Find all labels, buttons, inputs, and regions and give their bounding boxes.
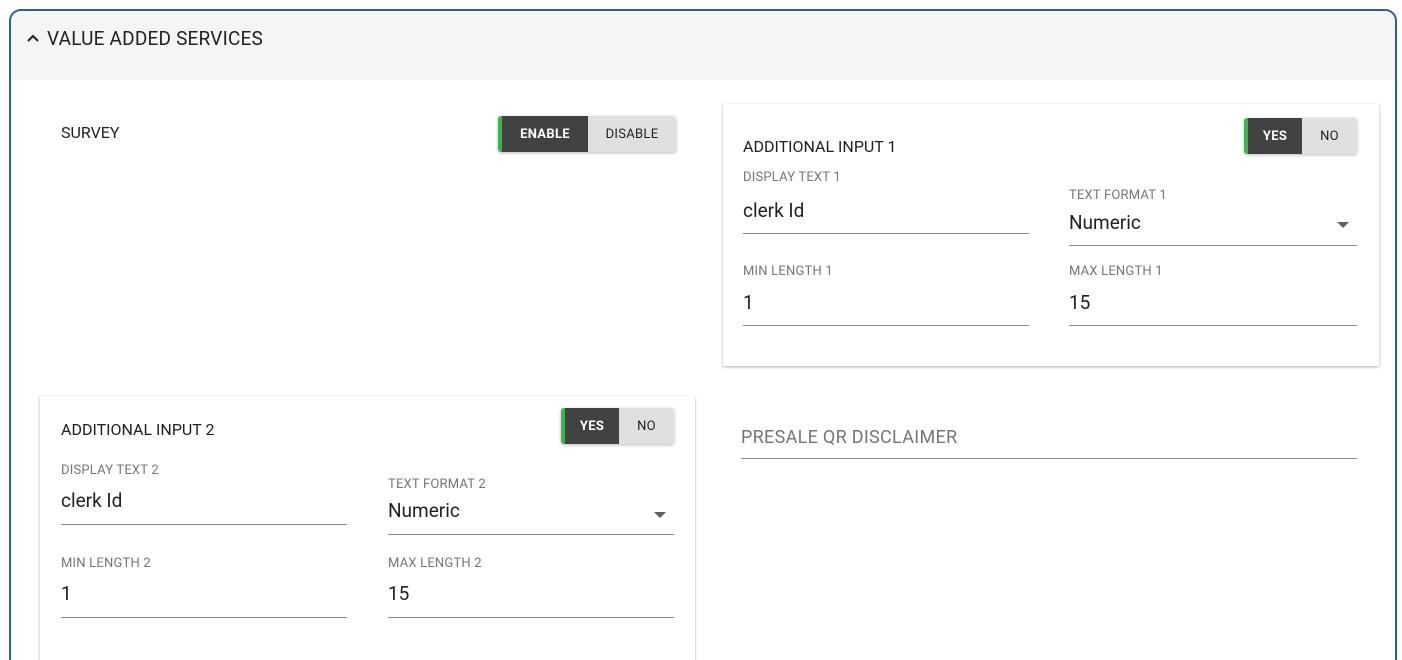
min-length-1-field[interactable]: MIN LENGTH 1 1: [743, 264, 1029, 326]
max-length-2-value[interactable]: 15: [388, 582, 409, 605]
min-length-2-underline: [61, 617, 347, 618]
additional-input-2-toggle: YES NO: [561, 408, 674, 444]
additional-input-2-title: ADDITIONAL INPUT 2: [61, 420, 215, 439]
additional-input-1-yes-button[interactable]: YES: [1248, 118, 1302, 154]
caret-down-icon[interactable]: [1337, 222, 1349, 228]
additional-input-2-card: ADDITIONAL INPUT 2 YES NO DISPLAY TEXT 2…: [40, 396, 695, 660]
value-added-services-panel: VALUE ADDED SERVICES SURVEY ENABLE DISAB…: [9, 9, 1397, 660]
max-length-1-value[interactable]: 15: [1069, 291, 1090, 314]
text-format-1-underline: [1069, 245, 1357, 246]
additional-input-2-no-button[interactable]: NO: [619, 408, 674, 444]
min-length-2-label: MIN LENGTH 2: [61, 556, 151, 571]
max-length-2-field[interactable]: MAX LENGTH 2 15: [388, 556, 674, 618]
text-format-1-value[interactable]: Numeric: [1069, 211, 1141, 234]
display-text-1-underline: [743, 233, 1029, 234]
survey-label: SURVEY: [61, 123, 120, 142]
display-text-2-underline: [61, 524, 347, 525]
min-length-1-value[interactable]: 1: [743, 291, 754, 314]
text-format-2-underline: [388, 534, 674, 535]
min-length-2-field[interactable]: MIN LENGTH 2 1: [61, 556, 347, 618]
display-text-1-value[interactable]: clerk Id: [743, 199, 804, 222]
additional-input-1-toggle: YES NO: [1244, 118, 1357, 154]
display-text-2-field[interactable]: DISPLAY TEXT 2 clerk Id: [61, 463, 347, 525]
min-length-1-underline: [743, 325, 1029, 326]
additional-input-1-title: ADDITIONAL INPUT 1: [743, 137, 897, 156]
survey-disable-button[interactable]: DISABLE: [588, 116, 676, 152]
additional-input-2-yes-button[interactable]: YES: [565, 408, 619, 444]
display-text-1-field[interactable]: DISPLAY TEXT 1 clerk Id: [743, 170, 1029, 234]
text-format-2-label: TEXT FORMAT 2: [388, 477, 486, 492]
max-length-2-label: MAX LENGTH 2: [388, 556, 482, 571]
display-text-2-label: DISPLAY TEXT 2: [61, 463, 159, 478]
max-length-1-label: MAX LENGTH 1: [1069, 264, 1163, 279]
text-format-2-select[interactable]: TEXT FORMAT 2 Numeric: [388, 477, 674, 535]
survey-enable-button[interactable]: ENABLE: [502, 116, 588, 152]
presale-qr-disclaimer-field[interactable]: PRESALE QR DISCLAIMER: [741, 419, 1357, 459]
max-length-2-underline: [388, 617, 674, 618]
display-text-2-value[interactable]: clerk Id: [61, 489, 122, 512]
min-length-2-value[interactable]: 1: [61, 582, 72, 605]
display-text-1-label: DISPLAY TEXT 1: [743, 170, 841, 185]
section-header[interactable]: VALUE ADDED SERVICES: [11, 11, 1395, 80]
chevron-up-icon[interactable]: [26, 31, 40, 45]
min-length-1-label: MIN LENGTH 1: [743, 264, 833, 279]
max-length-1-underline: [1069, 325, 1357, 326]
additional-input-1-no-button[interactable]: NO: [1302, 118, 1357, 154]
text-format-2-value[interactable]: Numeric: [388, 499, 460, 522]
presale-qr-disclaimer-underline: [741, 458, 1357, 459]
survey-toggle: ENABLE DISABLE: [498, 116, 676, 152]
text-format-1-select[interactable]: TEXT FORMAT 1 Numeric: [1069, 188, 1357, 246]
section-title: VALUE ADDED SERVICES: [47, 27, 263, 50]
max-length-1-field[interactable]: MAX LENGTH 1 15: [1069, 264, 1357, 326]
additional-input-1-card: ADDITIONAL INPUT 1 YES NO DISPLAY TEXT 1…: [723, 104, 1379, 366]
presale-qr-disclaimer-placeholder[interactable]: PRESALE QR DISCLAIMER: [741, 427, 957, 448]
caret-down-icon[interactable]: [654, 512, 666, 518]
text-format-1-label: TEXT FORMAT 1: [1069, 188, 1167, 203]
